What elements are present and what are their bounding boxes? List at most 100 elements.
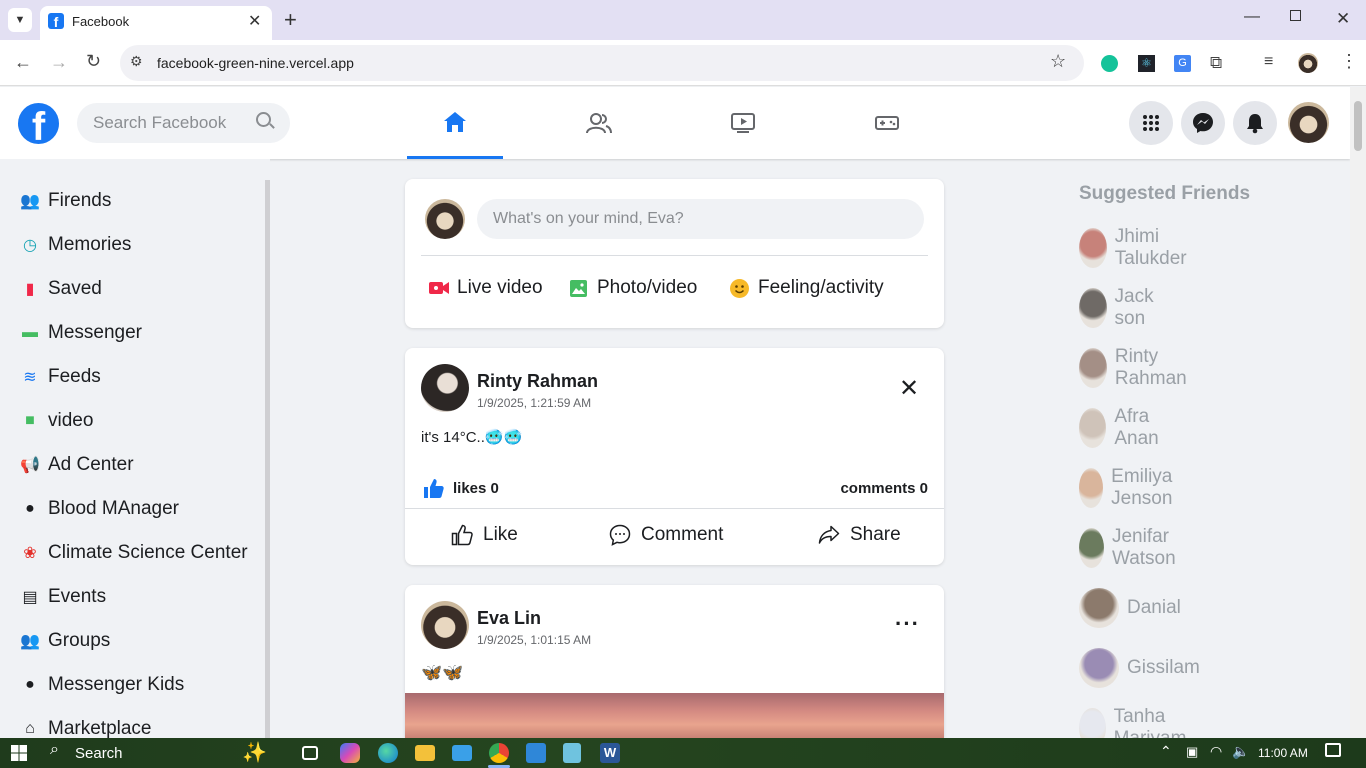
- live-video-button[interactable]: Live video: [429, 277, 543, 299]
- suggested-friend-item[interactable]: Danial: [1079, 588, 1181, 628]
- grammarly-extension-icon[interactable]: [1101, 55, 1118, 72]
- sidebar-item-events[interactable]: ▤ Events: [20, 582, 106, 612]
- leaf-icon: ❀: [23, 545, 37, 562]
- photo-video-button[interactable]: Photo/video: [570, 277, 697, 299]
- taskbar-search-label[interactable]: Search: [75, 745, 123, 762]
- smiley-icon: [730, 278, 749, 298]
- live-video-label: Live video: [457, 277, 543, 298]
- suggested-friend-item[interactable]: Jenifar Watson: [1079, 526, 1191, 569]
- sidebar-item-climate-science-center[interactable]: ❀ Climate Science Center: [20, 538, 247, 568]
- suggested-friend-item[interactable]: Gissilam: [1079, 648, 1200, 688]
- post-author-avatar[interactable]: [421, 364, 469, 412]
- tab-search-button[interactable]: ▼: [8, 8, 32, 32]
- comment-button[interactable]: Comment: [609, 524, 723, 546]
- windows-start-icon[interactable]: [11, 745, 27, 761]
- sidebar-scrollbar[interactable]: [265, 180, 270, 738]
- sidebar-item-memories[interactable]: ◷ Memories: [20, 230, 131, 260]
- notification-center-icon[interactable]: [1325, 743, 1341, 757]
- site-settings-icon[interactable]: ⚙: [130, 53, 143, 70]
- media-control-icon[interactable]: ≡: [1264, 53, 1273, 71]
- page-scrollbar-thumb[interactable]: [1354, 101, 1362, 151]
- copilot-sparkle-icon[interactable]: ✨: [242, 740, 267, 765]
- post-timestamp: 1/9/2025, 1:21:59 AM: [477, 396, 592, 410]
- nav-watch-tab[interactable]: [695, 87, 791, 159]
- tab-close-icon[interactable]: ✕: [248, 11, 261, 31]
- friends-icon: 👥: [20, 193, 40, 210]
- sidebar-item-firends[interactable]: 👥 Firends: [20, 186, 111, 216]
- sidebar-item-feeds[interactable]: ≋ Feeds: [20, 362, 101, 392]
- show-hidden-icons-icon[interactable]: ⌃: [1160, 743, 1172, 760]
- react-devtools-extension-icon[interactable]: ⚛: [1138, 55, 1155, 72]
- close-window-icon[interactable]: ✕: [1336, 9, 1350, 29]
- taskbar-search-icon[interactable]: ⌕: [50, 741, 59, 759]
- chrome-profile-avatar[interactable]: [1298, 53, 1318, 73]
- messenger-icon: [1193, 113, 1213, 133]
- nav-gaming-tab[interactable]: [839, 87, 935, 159]
- composer-input[interactable]: What's on your mind, Eva?: [477, 199, 924, 239]
- post-image-sunset[interactable]: [405, 693, 944, 738]
- close-post-icon[interactable]: ✕: [899, 374, 919, 403]
- back-icon[interactable]: ←: [14, 52, 32, 73]
- page-scrollbar[interactable]: [1350, 87, 1366, 738]
- video-icon: ■: [25, 412, 35, 429]
- sidebar-item-groups[interactable]: 👥 Groups: [20, 626, 110, 656]
- sidebar-item-ad-center[interactable]: 📢 Ad Center: [20, 450, 134, 480]
- facebook-logo-icon[interactable]: f: [18, 103, 59, 144]
- sidebar-item-messenger-kids[interactable]: ● Messenger Kids: [20, 670, 184, 700]
- word-icon[interactable]: W: [600, 743, 620, 763]
- profile-avatar-button[interactable]: [1288, 102, 1329, 143]
- post-author-avatar[interactable]: [421, 601, 469, 649]
- file-explorer-icon[interactable]: [415, 745, 435, 761]
- menu-grid-button[interactable]: [1129, 101, 1173, 145]
- nav-home-tab[interactable]: [407, 87, 503, 159]
- like-button[interactable]: Like: [451, 524, 518, 546]
- device-icon[interactable]: ▣: [1186, 744, 1198, 760]
- friend-avatar: [1079, 408, 1107, 448]
- browser-tab[interactable]: f Facebook ✕: [40, 6, 272, 40]
- wifi-icon[interactable]: ◠: [1210, 743, 1222, 760]
- sidebar-item-saved[interactable]: ▮ Saved: [20, 274, 102, 304]
- live-video-icon: [429, 282, 449, 294]
- post-author-name[interactable]: Rinty Rahman: [477, 371, 598, 392]
- edge-browser-icon[interactable]: [378, 743, 398, 763]
- messenger-button[interactable]: [1181, 101, 1225, 145]
- reload-icon[interactable]: ↻: [86, 51, 101, 72]
- restore-icon[interactable]: [1290, 10, 1301, 21]
- post-text: it's 14°C..🥶🥶: [421, 429, 523, 446]
- comments-count[interactable]: comments 0: [840, 480, 928, 497]
- share-button[interactable]: Share: [818, 524, 901, 546]
- notifications-button[interactable]: [1233, 101, 1277, 145]
- extensions-puzzle-icon[interactable]: ⧉: [1210, 53, 1222, 73]
- nav-friends-tab[interactable]: [551, 87, 647, 159]
- minimize-icon[interactable]: —: [1244, 8, 1260, 26]
- forward-icon[interactable]: →: [50, 52, 68, 73]
- suggested-friend-item[interactable]: Rinty Rahman: [1079, 346, 1199, 389]
- chrome-taskbar-icon[interactable]: [489, 743, 509, 763]
- bookmark-star-icon[interactable]: ☆: [1050, 51, 1066, 72]
- sidebar-item-video[interactable]: ■ video: [20, 406, 93, 436]
- feeling-activity-button[interactable]: Feeling/activity: [730, 277, 884, 299]
- new-tab-icon[interactable]: +: [284, 7, 297, 33]
- address-bar[interactable]: ⚙ facebook-green-nine.vercel.app ☆: [120, 45, 1084, 81]
- task-view-icon[interactable]: [302, 746, 318, 760]
- chrome-menu-icon[interactable]: ⋮: [1340, 51, 1358, 72]
- post-timestamp: 1/9/2025, 1:01:15 AM: [477, 633, 592, 647]
- sidebar-item-messenger[interactable]: ▬ Messenger: [20, 318, 142, 348]
- browser-toolbar: ← → ↻ ⚙ facebook-green-nine.vercel.app ☆…: [0, 40, 1366, 86]
- notepad-icon[interactable]: [563, 743, 581, 763]
- suggested-friend-item[interactable]: Jack son: [1079, 286, 1166, 329]
- sidebar-item-blood-manager[interactable]: ● Blood MAnager: [20, 494, 179, 524]
- desktop-app-icon[interactable]: [452, 745, 472, 761]
- copilot-app-icon[interactable]: [340, 743, 360, 763]
- clock-time[interactable]: 11:00 AM: [1258, 746, 1308, 760]
- vscode-icon[interactable]: [526, 743, 546, 763]
- volume-icon[interactable]: 🔈: [1232, 743, 1249, 760]
- more-options-icon[interactable]: ···: [895, 611, 920, 637]
- post-author-name[interactable]: Eva Lin: [477, 608, 541, 629]
- suggested-friend-item[interactable]: Emiliya Jenson: [1079, 466, 1188, 509]
- suggested-friend-item[interactable]: Afra Anan: [1079, 406, 1171, 449]
- sidebar-item-label: Groups: [48, 630, 111, 651]
- friends-icon: [586, 113, 612, 134]
- translate-extension-icon[interactable]: G: [1174, 55, 1191, 72]
- suggested-friend-item[interactable]: Jhimi Talukder: [1079, 226, 1199, 269]
